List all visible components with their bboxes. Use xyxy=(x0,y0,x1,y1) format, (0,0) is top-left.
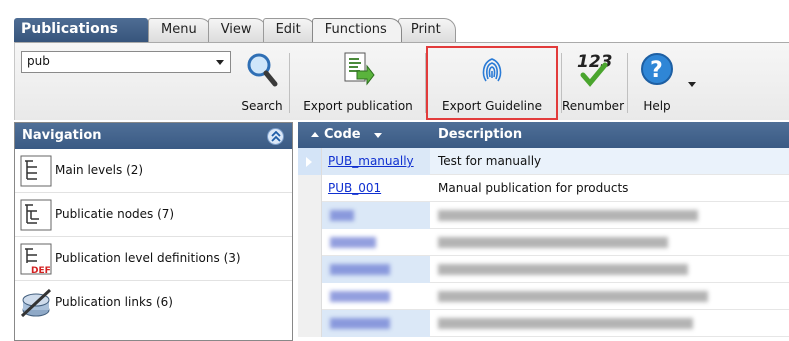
help-dropdown-chevron-icon[interactable] xyxy=(688,82,696,87)
column-dropdown-icon[interactable] xyxy=(374,133,382,138)
ribbon-tabs: Menu View Edit Functions Print xyxy=(148,18,456,42)
code-link[interactable]: PUB_001 xyxy=(328,181,381,195)
table-row[interactable] xyxy=(298,202,789,229)
row-indicator xyxy=(298,175,322,202)
blurred-description xyxy=(438,264,688,275)
blurred-code xyxy=(330,210,354,221)
chevron-down-icon[interactable] xyxy=(216,60,224,65)
navigation-title: Navigation xyxy=(22,128,102,143)
column-header-code[interactable]: Code xyxy=(324,127,361,142)
row-indicator xyxy=(298,148,322,175)
nav-item-level-definitions[interactable]: DEF Publication level definitions (3) xyxy=(15,237,292,281)
search-button-label: Search xyxy=(241,99,283,113)
nav-item-label: Publicatie nodes (7) xyxy=(55,207,175,221)
renumber-icon-text: 123 xyxy=(577,52,613,72)
nav-item-publication-links[interactable]: Publication links (6) xyxy=(15,281,292,325)
fingerprint-icon xyxy=(482,58,502,82)
renumber-icon: 123 xyxy=(577,52,613,87)
search-icon xyxy=(247,53,278,87)
export-guideline-button[interactable]: Export Guideline xyxy=(427,47,557,117)
app-title: Publications xyxy=(14,18,148,42)
table-row[interactable] xyxy=(298,283,789,310)
nav-item-label: Publication level definitions (3) xyxy=(55,251,241,265)
sort-ascending-icon[interactable] xyxy=(311,132,319,137)
table-row[interactable] xyxy=(298,256,789,283)
ribbon-separator xyxy=(627,53,628,113)
search-combobox-value: pub xyxy=(27,54,50,68)
table-row[interactable]: PUB_001 Manual publication for products xyxy=(298,175,789,202)
blurred-code xyxy=(330,237,376,248)
export-publication-icon xyxy=(344,52,375,86)
publications-grid: Code Description PUB_manually Test for m… xyxy=(298,122,789,341)
table-row[interactable] xyxy=(298,229,789,256)
svg-text:?: ? xyxy=(650,58,663,83)
code-cell xyxy=(298,202,430,229)
top-tab-bar: Publications Menu View Edit Functions Pr… xyxy=(0,0,789,42)
ribbon-separator xyxy=(425,53,426,113)
description-cell: Test for manually xyxy=(438,154,542,168)
renumber-button[interactable]: 123 Renumber xyxy=(561,47,625,117)
search-combobox[interactable]: pub xyxy=(21,51,231,73)
help-label: Help xyxy=(643,99,671,113)
links-icon xyxy=(20,288,52,318)
ribbon-toolbar: pub Search Export publication Export Gui… xyxy=(14,42,789,120)
tree-nodes-icon xyxy=(20,199,52,231)
nav-item-publicatie-nodes[interactable]: Publicatie nodes (7) xyxy=(15,193,292,237)
tab-print[interactable]: Print xyxy=(397,18,456,42)
tab-functions[interactable]: Functions xyxy=(311,18,402,42)
blurred-description xyxy=(438,237,668,248)
blurred-description xyxy=(438,210,698,221)
help-icon: ? xyxy=(641,53,673,85)
export-guideline-label: Export Guideline xyxy=(442,99,542,113)
code-cell: PUB_001 xyxy=(298,175,430,202)
description-cell: Manual publication for products xyxy=(438,181,629,195)
row-indicator xyxy=(298,283,322,310)
collapse-button[interactable] xyxy=(267,128,284,145)
blurred-code xyxy=(330,291,390,302)
tab-menu[interactable]: Menu xyxy=(148,18,212,42)
row-indicator xyxy=(298,202,322,229)
nav-item-label: Publication links (6) xyxy=(55,295,173,309)
renumber-label: Renumber xyxy=(561,99,624,113)
nav-item-label: Main levels (2) xyxy=(55,163,144,177)
blurred-description xyxy=(438,318,693,329)
def-badge: DEF xyxy=(31,266,51,276)
blurred-code xyxy=(330,264,390,275)
tree-levels-icon xyxy=(20,155,52,187)
table-row[interactable] xyxy=(298,310,789,337)
code-link[interactable]: PUB_manually xyxy=(328,154,414,168)
export-publication-button[interactable]: Export publication xyxy=(293,47,423,117)
export-publication-label: Export publication xyxy=(303,99,413,113)
tab-view[interactable]: View xyxy=(207,18,267,42)
blurred-code xyxy=(330,318,390,329)
table-row[interactable]: PUB_manually Test for manually xyxy=(298,148,789,175)
nav-item-main-levels[interactable]: Main levels (2) xyxy=(15,149,292,193)
navigation-panel: Navigation Main levels (2) Publicatie no… xyxy=(14,122,293,341)
navigation-header: Navigation xyxy=(15,123,292,149)
row-indicator xyxy=(298,256,322,283)
ribbon-separator xyxy=(289,53,290,113)
help-button[interactable]: ? Help xyxy=(629,47,685,117)
grid-header: Code Description xyxy=(298,122,789,148)
tree-def-icon: DEF xyxy=(20,243,52,276)
column-header-description[interactable]: Description xyxy=(438,127,522,142)
double-chevron-up-icon xyxy=(271,131,281,142)
search-button[interactable]: Search xyxy=(233,47,291,117)
code-cell: PUB_manually xyxy=(298,148,430,175)
row-indicator xyxy=(298,229,322,256)
tab-edit[interactable]: Edit xyxy=(262,18,316,42)
blurred-description xyxy=(438,291,708,302)
row-indicator xyxy=(298,310,322,337)
